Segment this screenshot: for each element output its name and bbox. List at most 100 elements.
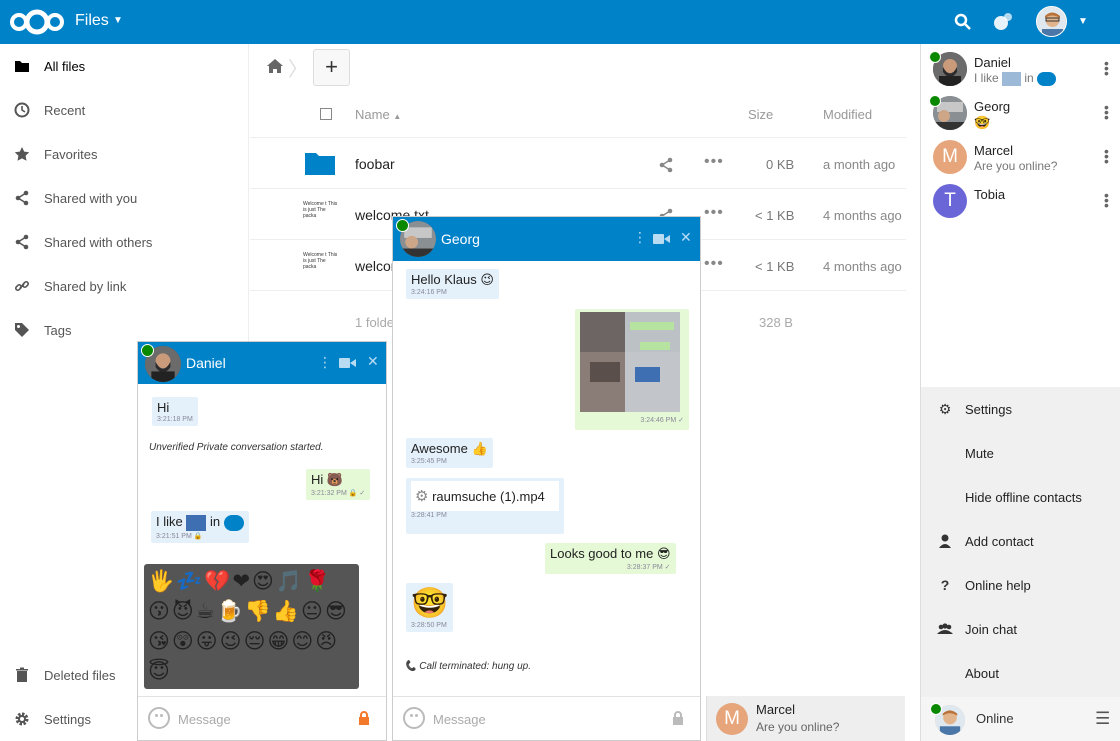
contacts-panel: Daniel I like in • • • Georg 🤓 • • • M Marce… bbox=[920, 44, 1120, 741]
menu-item-settings[interactable]: ⚙ Settings bbox=[921, 387, 1120, 431]
menu-item-label: Settings bbox=[965, 401, 1012, 417]
more-icon[interactable]: ••• bbox=[704, 153, 724, 171]
hamburger-menu-icon[interactable]: ☰ bbox=[1095, 709, 1110, 729]
online-status-icon bbox=[396, 219, 409, 232]
contact-menu-icon[interactable]: • • • bbox=[1104, 56, 1109, 80]
select-all-checkbox[interactable] bbox=[320, 108, 332, 120]
menu-item-join-chat[interactable]: Join chat bbox=[921, 607, 1120, 651]
lock-icon[interactable] bbox=[358, 711, 370, 725]
column-modified[interactable]: Modified bbox=[823, 107, 872, 122]
nextcloud-icon bbox=[223, 514, 244, 531]
sidebar-item-label: Tags bbox=[44, 322, 72, 338]
sidebar-item-label: Deleted files bbox=[44, 667, 116, 683]
home-icon[interactable] bbox=[266, 58, 284, 74]
close-icon[interactable]: ✕ bbox=[680, 229, 692, 246]
video-call-icon[interactable] bbox=[653, 233, 670, 245]
table-row[interactable]: foobar ••• 0 KB a month ago bbox=[250, 138, 906, 189]
contact-item-georg[interactable]: Georg 🤓 • • • bbox=[921, 92, 1120, 136]
online-status-icon bbox=[929, 95, 941, 107]
nextcloud-icon bbox=[1037, 71, 1057, 86]
menu-item-mute[interactable]: Mute bbox=[921, 431, 1120, 475]
user-avatar[interactable] bbox=[1036, 6, 1067, 37]
contact-menu-icon[interactable]: • • • bbox=[1104, 144, 1109, 168]
new-file-button[interactable]: + bbox=[313, 49, 350, 86]
file-name[interactable]: foobar bbox=[355, 156, 395, 172]
minimized-chat-marcel[interactable]: M Marcel Are you online? bbox=[706, 696, 905, 741]
chat-header[interactable]: Daniel ⋮ ✕ bbox=[138, 342, 386, 384]
menu-item-label: Add contact bbox=[965, 533, 1034, 549]
chat-message: Looks good to me 😎 3:28:37 PM ✓ bbox=[545, 543, 676, 574]
app-menu-caret-icon[interactable]: ▼ bbox=[113, 15, 123, 26]
folder-icon bbox=[15, 61, 29, 72]
close-icon[interactable]: ✕ bbox=[367, 353, 379, 370]
sidebar-item-shared-with-others[interactable]: Shared with others bbox=[0, 220, 249, 264]
message-input[interactable]: Message bbox=[178, 712, 231, 727]
menu-item-label: Join chat bbox=[965, 621, 1018, 637]
menu-item-about[interactable]: About bbox=[921, 651, 1120, 695]
online-status-icon bbox=[929, 51, 941, 63]
column-name[interactable]: Name ▲ bbox=[355, 107, 401, 122]
chat-window-daniel: Daniel ⋮ ✕ Hi 3:21:18 PM Unverified Priva… bbox=[137, 341, 387, 741]
file-modified: 4 months ago bbox=[823, 208, 902, 223]
lock-icon[interactable] bbox=[672, 711, 684, 725]
image-thumbnail bbox=[580, 312, 680, 412]
presence-bar[interactable]: Online ☰ bbox=[921, 697, 1120, 741]
link-icon bbox=[14, 280, 30, 292]
system-message: 📞 Call terminated: hung up. bbox=[404, 661, 531, 672]
file-size: 0 KB bbox=[766, 157, 795, 172]
more-icon[interactable]: ••• bbox=[704, 255, 724, 273]
user-menu-caret-icon[interactable]: ▼ bbox=[1078, 16, 1088, 27]
emoji-picker[interactable]: 🖐💤💔❤😍🎵🌹😗😈☕🍺👎👍😐😎😘😲😛😉😔😁😊😠😇 bbox=[144, 564, 359, 689]
sidebar-item-all-files[interactable]: All files bbox=[0, 44, 249, 88]
video-call-icon[interactable] bbox=[339, 357, 356, 369]
menu-item-label: Online help bbox=[965, 577, 1031, 593]
contact-menu-icon[interactable]: • • • bbox=[1104, 100, 1109, 124]
more-icon[interactable]: ••• bbox=[704, 204, 724, 222]
star-icon bbox=[14, 147, 30, 161]
sidebar-item-shared-by-link[interactable]: Shared by link bbox=[0, 264, 249, 308]
chat-message: Hello Klaus 😉 3:24:16 PM bbox=[406, 269, 499, 299]
file-table-header bbox=[250, 94, 906, 138]
chat-input-bar: Message bbox=[138, 696, 386, 740]
share-icon bbox=[15, 234, 29, 250]
gear-icon bbox=[15, 712, 29, 726]
sidebar-item-favorites[interactable]: Favorites bbox=[0, 132, 249, 176]
presence-status[interactable]: Online bbox=[976, 711, 1014, 726]
emoji-icon[interactable] bbox=[403, 707, 425, 729]
menu-item-hide-offline[interactable]: Hide offline contacts bbox=[921, 475, 1120, 519]
sidebar-item-shared-with-you[interactable]: Shared with you bbox=[0, 176, 249, 220]
emoji-icon[interactable] bbox=[148, 707, 170, 729]
nextcloud-logo-icon[interactable] bbox=[8, 9, 66, 35]
chat-settings-menu: ⚙ Settings Mute Hide offline contacts Ad… bbox=[921, 387, 1120, 697]
folder-icon bbox=[305, 153, 335, 175]
contact-item-tobia[interactable]: T Tobia • • • bbox=[921, 180, 1120, 224]
chat-menu-icon[interactable]: ⋮ bbox=[318, 354, 332, 371]
app-header: Files ▼ ▼ bbox=[0, 0, 1120, 44]
contact-name: Daniel bbox=[974, 55, 1011, 70]
sidebar-item-recent[interactable]: Recent bbox=[0, 88, 249, 132]
menu-item-online-help[interactable]: ? Online help bbox=[921, 563, 1120, 607]
sidebar-item-label: Recent bbox=[44, 102, 86, 118]
contact-name: Marcel bbox=[974, 143, 1014, 158]
chat-header[interactable]: Georg ⋮ ✕ bbox=[393, 217, 700, 261]
contact-item-marcel[interactable]: M Marcel Are you online? • • • bbox=[921, 136, 1120, 180]
contacts-icon[interactable] bbox=[991, 10, 1015, 34]
files-summary-size: 328 B bbox=[759, 315, 793, 330]
chat-message-file[interactable]: ⚙ raumsuche (1).mp4 3:28:41 PM bbox=[406, 478, 564, 534]
file-attachment[interactable]: ⚙ raumsuche (1).mp4 bbox=[411, 481, 559, 511]
chat-message-image[interactable]: 3:24:46 PM ✓ bbox=[575, 309, 689, 430]
message-input[interactable]: Message bbox=[433, 712, 486, 727]
app-title[interactable]: Files bbox=[75, 12, 109, 30]
chat-menu-icon[interactable]: ⋮ bbox=[633, 229, 647, 246]
file-modified: 4 months ago bbox=[823, 259, 902, 274]
share-icon[interactable] bbox=[658, 157, 674, 173]
contact-menu-icon[interactable]: • • • bbox=[1104, 188, 1109, 212]
chat-message: I like in 3:21:51 PM 🔒 bbox=[151, 511, 249, 543]
search-icon[interactable] bbox=[951, 10, 975, 34]
file-size: < 1 KB bbox=[755, 259, 795, 274]
online-status-icon bbox=[141, 344, 154, 357]
column-size[interactable]: Size bbox=[748, 107, 773, 122]
menu-item-add-contact[interactable]: Add contact bbox=[921, 519, 1120, 563]
contact-name: Georg bbox=[974, 99, 1011, 114]
contact-item-daniel[interactable]: Daniel I like in • • • bbox=[921, 48, 1120, 92]
